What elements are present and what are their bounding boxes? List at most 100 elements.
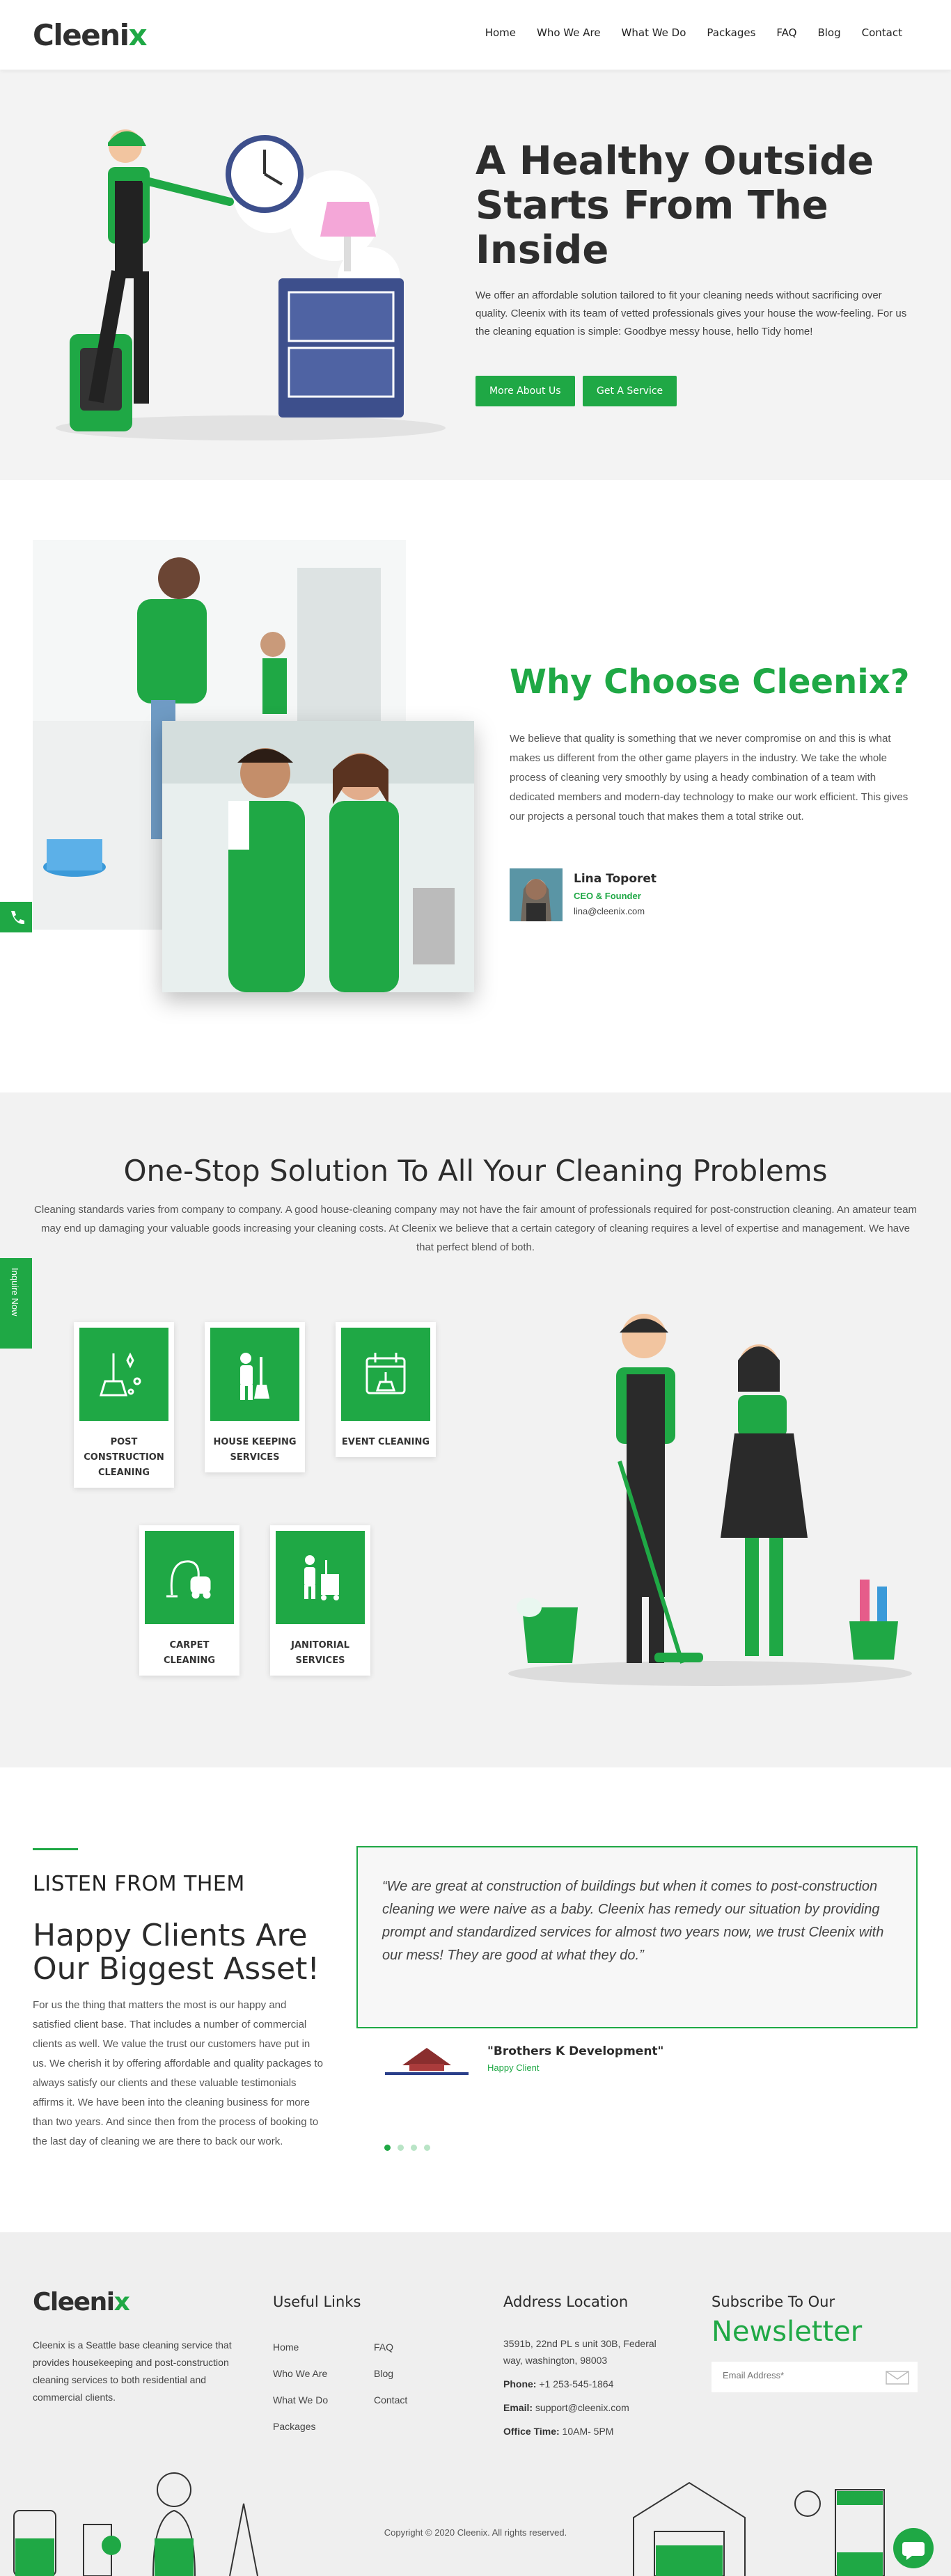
phone-value[interactable]: +1 253-545-1864 xyxy=(539,2378,613,2390)
chat-button[interactable] xyxy=(893,2528,934,2568)
more-about-us-button[interactable]: More About Us xyxy=(475,376,575,406)
email-line: Email: support@cleenix.com xyxy=(503,2399,677,2416)
email-value[interactable]: support@cleenix.com xyxy=(535,2402,629,2413)
slider-dot[interactable] xyxy=(411,2145,417,2151)
footer-logo-text: Cleeni xyxy=(33,2288,115,2316)
nav-who-we-are[interactable]: Who We Are xyxy=(537,26,601,39)
email-label: Email: xyxy=(503,2402,533,2413)
footer-link-contact[interactable]: Contact xyxy=(374,2387,407,2413)
services-section: One-Stop Solution To All Your Cleaning P… xyxy=(0,1092,951,1767)
newsletter-heading: Newsletter xyxy=(712,2316,863,2348)
service-card-carpet-cleaning[interactable]: CARPET CLEANING xyxy=(139,1525,239,1676)
service-label: CARPET CLEANING xyxy=(163,1640,216,1666)
janitor-icon xyxy=(210,1328,299,1421)
hero-title: A Healthy Outside Starts From The Inside xyxy=(475,138,874,273)
slider-dot[interactable] xyxy=(398,2145,404,2151)
services-title: One-Stop Solution To All Your Cleaning P… xyxy=(123,1154,828,1188)
phone-tab-button[interactable] xyxy=(0,902,32,932)
inquire-now-tab[interactable]: Inquire Now xyxy=(0,1258,32,1349)
hours-value: 10AM- 5PM xyxy=(562,2426,614,2437)
footer-link-what-we-do[interactable]: What We Do xyxy=(273,2387,328,2413)
newsletter-email-input[interactable] xyxy=(712,2362,879,2389)
broom-sparkle-icon xyxy=(79,1328,168,1421)
footer-link-faq[interactable]: FAQ xyxy=(374,2334,407,2360)
footer-link-home[interactable]: Home xyxy=(273,2334,328,2360)
chat-bubble-icon xyxy=(902,2542,925,2560)
footer-logo-accent: x xyxy=(113,2288,130,2316)
main-nav: Home Who We Are What We Do Packages FAQ … xyxy=(485,26,902,39)
footer-links-col1: Home Who We Are What We Do Packages xyxy=(273,2334,328,2440)
service-label: EVENT CLEANING xyxy=(341,1437,430,1447)
nav-packages[interactable]: Packages xyxy=(707,26,755,39)
copyright: Copyright © 2020 Cleenix. All rights res… xyxy=(384,2527,567,2538)
footer-logo[interactable]: Cleenix xyxy=(33,2288,130,2316)
accent-bar xyxy=(33,1848,78,1850)
phone-icon xyxy=(11,911,24,925)
nav-faq[interactable]: FAQ xyxy=(776,26,796,39)
address-block: 3591b, 22nd PL s unit 30B, Federal way, … xyxy=(503,2335,677,2440)
service-card-janitorial[interactable]: JANITORIAL SERVICES xyxy=(270,1525,370,1676)
footer-left-illustration xyxy=(13,2472,258,2576)
cleaners-couple-photo xyxy=(162,721,474,992)
hours-label: Office Time: xyxy=(503,2426,560,2437)
phone-label: Phone: xyxy=(503,2378,537,2390)
send-mail-icon[interactable] xyxy=(886,2371,909,2385)
why-text: We believe that quality is something tha… xyxy=(510,733,909,822)
calendar-broom-icon xyxy=(341,1328,430,1421)
hero-text: We offer an affordable solution tailored… xyxy=(475,289,907,337)
cleaning-duo-illustration xyxy=(508,1314,912,1686)
author-name: Lina Toporet xyxy=(574,872,657,886)
logo[interactable]: Cleenix xyxy=(33,18,148,52)
site-footer: Cleenix Cleenix is a Seattle base cleani… xyxy=(0,2232,951,2576)
inquire-now-label: Inquire Now xyxy=(10,1268,20,1317)
hours-line: Office Time: 10AM- 5PM xyxy=(503,2423,677,2440)
footer-links-col2: FAQ Blog Contact xyxy=(374,2334,407,2413)
vacuum-icon xyxy=(145,1531,234,1624)
hero-section: A Healthy Outside Starts From The Inside… xyxy=(0,70,951,480)
footer-link-packages[interactable]: Packages xyxy=(273,2413,328,2440)
site-header: Cleenix Home Who We Are What We Do Packa… xyxy=(0,0,951,70)
slider-dot[interactable] xyxy=(384,2145,391,2151)
logo-text: Cleeni xyxy=(33,18,129,52)
service-card-event-cleaning[interactable]: EVENT CLEANING xyxy=(336,1322,436,1457)
author-avatar xyxy=(510,868,563,921)
slider-dots xyxy=(384,2145,430,2151)
nav-home[interactable]: Home xyxy=(485,26,516,39)
service-card-house-keeping[interactable]: HOUSE KEEPING SERVICES xyxy=(205,1322,305,1472)
testimonial-quote-box: “We are great at construction of buildin… xyxy=(356,1846,918,2028)
newsletter-form xyxy=(712,2362,918,2392)
author-email[interactable]: lina@cleenix.com xyxy=(574,906,645,916)
janitor-cart-icon xyxy=(276,1531,365,1624)
client-logo xyxy=(385,2048,469,2075)
testimonials-section: LISTEN FROM THEM Happy Clients Are Our B… xyxy=(0,1767,951,2232)
client-role: Happy Client xyxy=(487,2062,540,2073)
why-title: Why Choose Cleenix? xyxy=(510,662,910,701)
services-text: Cleaning standards varies from company t… xyxy=(34,1204,917,1253)
cleaner-illustration xyxy=(56,129,446,440)
subscribe-heading: Subscribe To Our xyxy=(712,2293,835,2310)
useful-links-heading: Useful Links xyxy=(273,2293,361,2310)
service-card-post-construction[interactable]: POST CONSTRUCTION CLEANING xyxy=(74,1322,174,1488)
client-name: "Brothers K Development" xyxy=(487,2044,664,2058)
testimonials-text: For us the thing that matters the most i… xyxy=(33,1999,323,2147)
address-heading: Address Location xyxy=(503,2293,629,2310)
service-label: POST CONSTRUCTION CLEANING xyxy=(84,1437,164,1478)
service-label: HOUSE KEEPING SERVICES xyxy=(213,1437,297,1463)
testimonial-quote: “We are great at construction of buildin… xyxy=(382,1879,884,1963)
footer-link-blog[interactable]: Blog xyxy=(374,2360,407,2387)
get-a-service-button[interactable]: Get A Service xyxy=(583,376,677,406)
service-label: JANITORIAL SERVICES xyxy=(291,1640,349,1666)
address-text: 3591b, 22nd PL s unit 30B, Federal way, … xyxy=(503,2338,657,2366)
nav-contact[interactable]: Contact xyxy=(862,26,902,39)
testimonials-kicker: LISTEN FROM THEM xyxy=(33,1872,245,1896)
phone-line: Phone: +1 253-545-1864 xyxy=(503,2376,677,2392)
footer-link-who-we-are[interactable]: Who We Are xyxy=(273,2360,328,2387)
author-role: CEO & Founder xyxy=(574,891,641,901)
testimonials-title: Happy Clients Are Our Biggest Asset! xyxy=(33,1918,320,1987)
footer-about: Cleenix is a Seattle base cleaning servi… xyxy=(33,2339,232,2403)
logo-accent: x xyxy=(128,18,148,52)
nav-what-we-do[interactable]: What We Do xyxy=(622,26,686,39)
why-section: Why Choose Cleenix? We believe that qual… xyxy=(0,480,951,1092)
slider-dot[interactable] xyxy=(424,2145,430,2151)
nav-blog[interactable]: Blog xyxy=(817,26,840,39)
